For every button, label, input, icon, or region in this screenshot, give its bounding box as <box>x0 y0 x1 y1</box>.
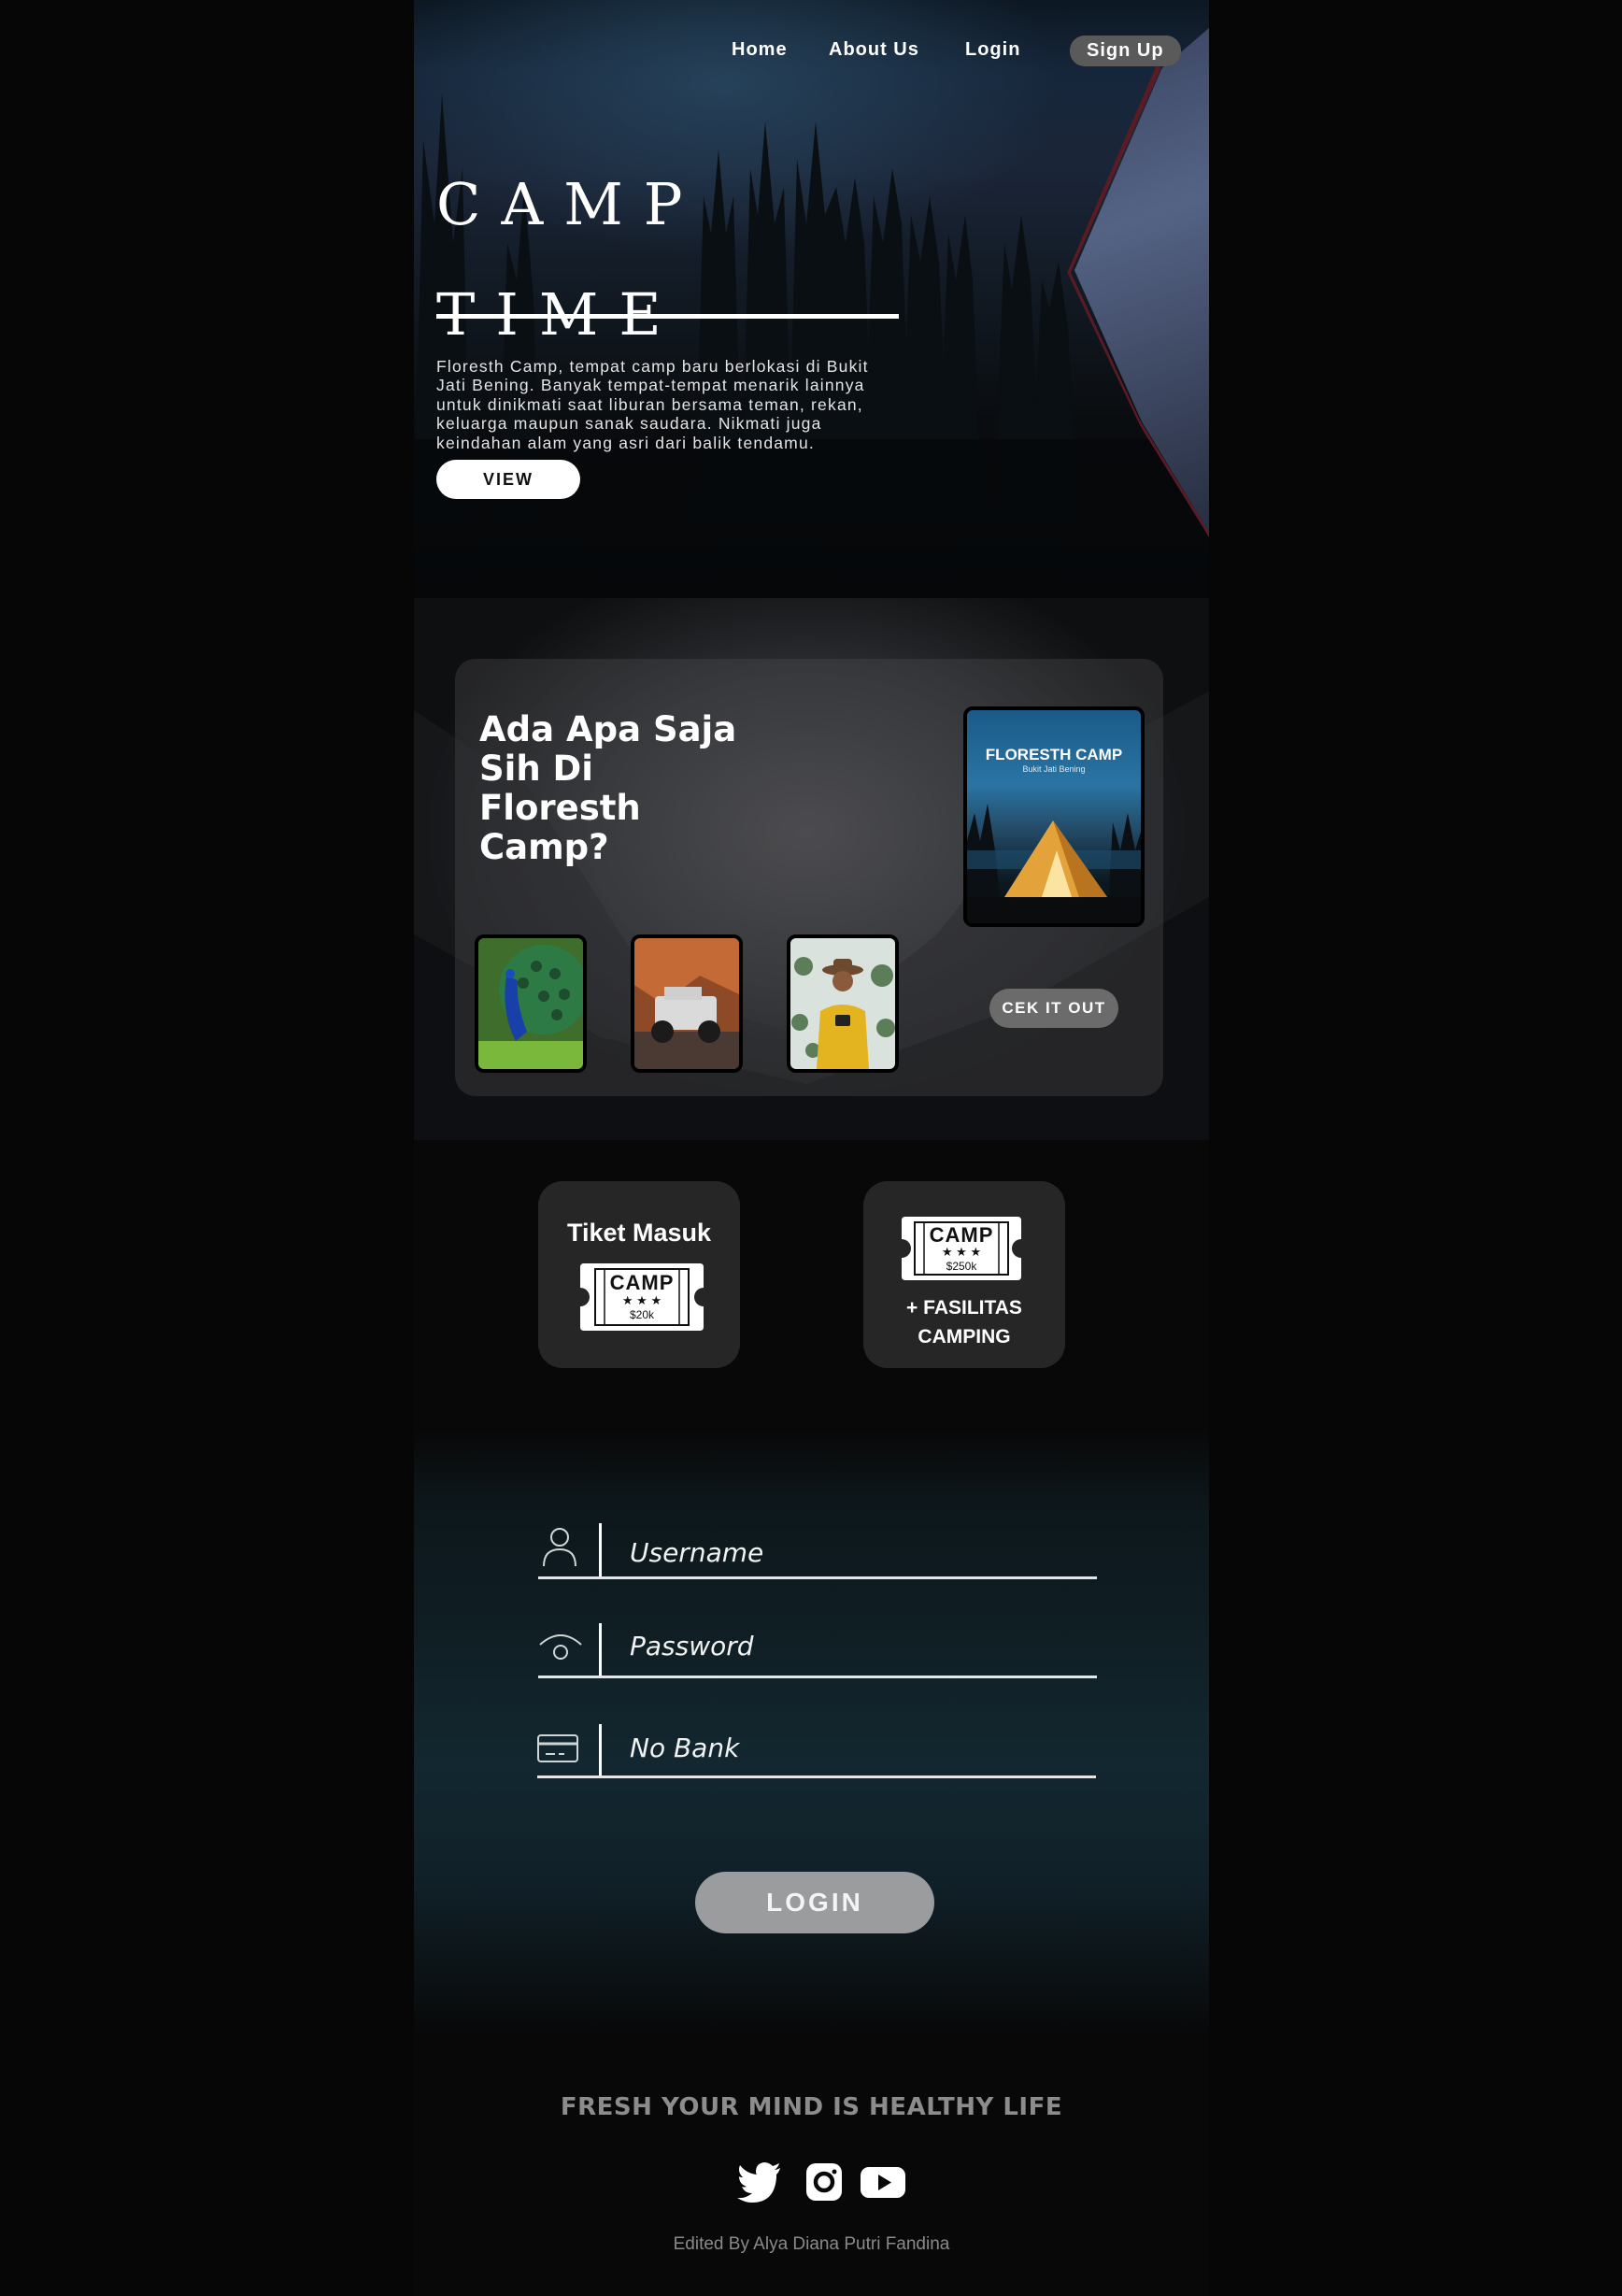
thumbnail-photographer[interactable] <box>787 934 899 1073</box>
tent-image <box>967 804 1141 923</box>
thumbnail-jeep[interactable] <box>631 934 743 1073</box>
username-separator <box>599 1523 602 1577</box>
twitter-icon[interactable] <box>737 2161 782 2203</box>
username-underline <box>538 1576 1097 1579</box>
thumbnail-peacock[interactable] <box>475 934 587 1073</box>
password-input[interactable] <box>628 1626 1080 1665</box>
bank-underline <box>537 1775 1096 1778</box>
feature-title: Ada Apa Saja Sih Di Floresth Camp? <box>479 709 737 867</box>
bank-number-input[interactable] <box>628 1728 1080 1767</box>
username-input[interactable] <box>628 1533 1080 1572</box>
floresth-camp-cover[interactable]: FLORESTH CAMP Bukit Jati Bening <box>963 706 1145 927</box>
credit-card-icon <box>537 1734 578 1762</box>
ticket-entry-label: Tiket Masuk <box>566 1219 712 1247</box>
nav-sign-up-button[interactable]: Sign Up <box>1070 36 1181 66</box>
password-underline <box>538 1676 1097 1678</box>
hero-title: CAMP TIME <box>436 150 703 370</box>
ticket-stars: ★ ★ ★ <box>621 1293 662 1307</box>
nav-login[interactable]: Login <box>965 39 1020 61</box>
jeep-image <box>634 938 739 1069</box>
instagram-icon[interactable] <box>802 2161 847 2203</box>
user-icon <box>543 1528 576 1567</box>
footer-tagline: FRESH YOUR MIND IS HEALTHY LIFE <box>560 2093 1063 2121</box>
ticket-card-facilities[interactable]: CAMP ★ ★ ★ $250k + FASILITAS CAMPING <box>863 1181 1065 1368</box>
hero-section: Home About Us Login Sign Up CAMP TIME Fl… <box>414 0 1209 598</box>
peacock-image <box>478 938 583 1069</box>
ticket-price: $250k <box>946 1260 977 1273</box>
hero-title-line-1: CAMP <box>436 170 704 238</box>
ticket-card-entry[interactable]: Tiket Masuk CAMP ★ ★ ★ $20k <box>538 1181 740 1368</box>
nav-home[interactable]: Home <box>732 39 788 61</box>
view-button[interactable]: VIEW <box>436 460 580 499</box>
nav-about-us[interactable]: About Us <box>829 39 919 61</box>
bank-separator <box>599 1724 602 1778</box>
ticket-facilities-label: + FASILITAS CAMPING <box>906 1297 1022 1348</box>
cek-it-out-button[interactable]: CEK IT OUT <box>989 989 1118 1028</box>
top-nav: Home About Us Login Sign Up <box>414 36 1209 67</box>
footer-credit: Edited By Alya Diana Putri Fandina <box>673 2234 950 2254</box>
ticket-stars: ★ ★ ★ <box>941 1245 982 1259</box>
youtube-icon[interactable] <box>859 2161 907 2203</box>
page: Home About Us Login Sign Up CAMP TIME Fl… <box>414 0 1209 2296</box>
ticket-price: $20k <box>629 1308 655 1321</box>
ticket-camp-text: CAMP <box>609 1271 675 1294</box>
hero-description: Floresth Camp, tempat camp baru berlokas… <box>436 356 869 452</box>
title-divider <box>436 314 899 319</box>
login-button[interactable]: LOGIN <box>695 1872 934 1933</box>
password-separator <box>599 1623 602 1677</box>
photographer-image <box>790 938 895 1069</box>
eye-icon <box>539 1634 582 1660</box>
